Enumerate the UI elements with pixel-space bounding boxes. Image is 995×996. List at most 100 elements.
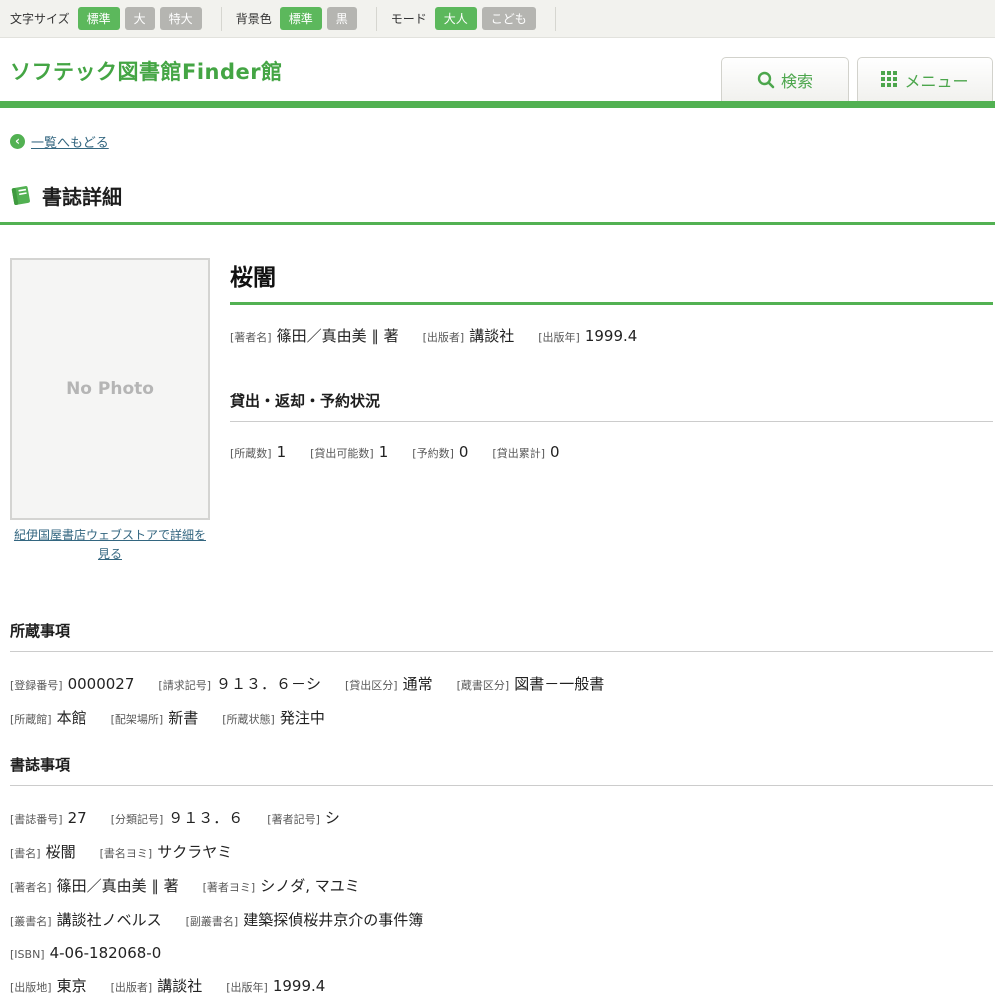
field-value: 講談社 [157, 977, 202, 995]
field-value: 篠田／真由美 ∥ 著 [277, 327, 399, 345]
field-value: 1999.4 [585, 327, 638, 345]
field-label: [蔵書区分] [457, 679, 510, 692]
book-meta-line: [著者名] 篠田／真由美 ∥ 著 [出版者]講談社 [出版年] 1999.4 [230, 325, 993, 346]
lending-status-values: [所蔵数]1 [貸出可能数] 1 [予約数] 0 [貸出累計] 0 [230, 442, 993, 461]
field-label: [副叢書名] [186, 915, 239, 928]
field-value: 27 [68, 809, 87, 827]
mode-label: モード [391, 10, 427, 27]
field-row: [所蔵館]本館 [配架場所]新書 [所蔵状態]発注中 [10, 707, 993, 728]
bg-color-group: 背景色 標準黒 [236, 7, 377, 31]
field-value: 建築探偵桜井京介の事件簿 [243, 911, 423, 929]
font-size-option[interactable]: 特大 [160, 7, 202, 30]
page-title-row: 書誌詳細 [10, 181, 995, 210]
field-label: [貸出区分] [345, 679, 398, 692]
field-label: [書名ヨミ] [100, 847, 153, 860]
field-pair: [請求記号] ９１３．６－シ [158, 673, 321, 694]
field-pair: [所蔵状態]発注中 [222, 707, 325, 728]
field-pair: [書名ヨミ]サクラヤミ [100, 841, 233, 862]
field-label: [書名] [10, 847, 41, 860]
mode-option[interactable]: こども [482, 7, 536, 30]
field-pair: [所蔵館]本館 [10, 707, 87, 728]
field-row: [登録番号] 0000027 [請求記号] ９１３．６－シ [貸出区分]通常 [蔵書区分]… [10, 673, 993, 694]
lending-status-section: 貸出・返却・予約状況 [所蔵数]1[貸出可能数]1[予約数]0[貸出累計]0 [230, 390, 993, 461]
biblio-section: 書誌事項 [書誌番号]27[分類記号]９１３．６[著者記号]シ[書名]桜闇[書名… [10, 754, 993, 996]
field-label: [貸出可能数] [310, 447, 374, 460]
field-label: [所蔵状態] [222, 713, 275, 726]
field-pair: [著者名] 篠田／真由美 ∥ 著 [230, 325, 399, 346]
book-title: 桜闇 [230, 258, 993, 292]
holdings-rows: [登録番号] 0000027 [請求記号] ９１３．６－シ [貸出区分]通常 [蔵書区分]… [10, 673, 993, 728]
field-pair: [出版者]講談社 [423, 325, 515, 346]
font-size-option[interactable]: 標準 [78, 7, 120, 30]
field-value: 0 [459, 443, 469, 461]
field-label: [請求記号] [158, 679, 211, 692]
title-divider [230, 302, 993, 305]
field-row: [書誌番号]27[分類記号]９１３．６[著者記号]シ [10, 807, 993, 828]
field-value: 1999.4 [273, 977, 326, 995]
bg-color-option[interactable]: 黒 [327, 7, 357, 30]
search-button[interactable]: 検索 [721, 57, 849, 101]
field-value: 0 [550, 443, 560, 461]
field-value: シ [325, 809, 340, 827]
menu-button[interactable]: メニュー [857, 57, 993, 101]
field-label: [出版地] [10, 981, 52, 994]
field-pair: [所蔵数]1 [230, 442, 286, 461]
field-value: 4-06-182068-0 [50, 944, 162, 962]
field-pair: [貸出区分]通常 [345, 673, 433, 694]
back-to-list-link[interactable]: 一覧へもどる [31, 132, 109, 151]
bg-color-label: 背景色 [236, 10, 272, 27]
font-size-label: 文字サイズ [10, 10, 70, 27]
field-pair: [出版年] 1999.4 [226, 976, 325, 995]
bg-color-option[interactable]: 標準 [280, 7, 322, 30]
field-value: 図書－一般書 [514, 675, 604, 693]
field-value: 0000027 [68, 675, 135, 693]
site-title: ソフテック図書館Finder館 [10, 56, 283, 86]
biblio-rows: [書誌番号]27[分類記号]９１３．６[著者記号]シ[書名]桜闇[書名ヨミ]サク… [10, 807, 993, 996]
field-label: [貸出累計] [492, 447, 545, 460]
mode-options: 大人こども [435, 7, 541, 30]
search-button-label: 検索 [781, 68, 813, 92]
breadcrumb: ‹ 一覧へもどる [0, 108, 995, 151]
page-title: 書誌詳細 [42, 181, 122, 210]
book-detail: No Photo 紀伊国屋書店ウェブストアで詳細を見る 桜闇 [著者名] 篠田／真… [0, 225, 995, 564]
field-label: [出版年] [538, 331, 580, 344]
bg-color-options: 標準黒 [280, 7, 362, 30]
holdings-heading: 所蔵事項 [10, 620, 993, 652]
search-icon [757, 71, 775, 89]
menu-grid-icon [881, 71, 898, 88]
field-pair: [叢書名] 講談社ノベルス [10, 909, 162, 930]
field-row: [著者名]篠田／真由美 ∥ 著[著者ヨミ]シノダ, マユミ [10, 875, 993, 896]
back-arrow-icon: ‹ [10, 134, 25, 149]
field-label: [出版年] [226, 981, 268, 994]
field-value: シノダ, マユミ [260, 877, 360, 895]
mode-option[interactable]: 大人 [435, 7, 477, 30]
field-value: ９１３．６－シ [216, 675, 321, 693]
field-value: 1 [379, 443, 389, 461]
field-label: [叢書名] [10, 915, 52, 928]
field-value: 講談社 [469, 327, 514, 345]
field-pair: [書名]桜闇 [10, 841, 76, 862]
book-info-column: 桜闇 [著者名]篠田／真由美 ∥ 著[出版者]講談社[出版年]1999.4 貸出… [230, 258, 993, 564]
font-size-options: 標準大特大 [78, 7, 207, 30]
field-value: ９１３．６ [168, 809, 243, 827]
holdings-section: 所蔵事項 [登録番号]0000027[請求記号]９１３．６－シ[貸出区分]通常[… [10, 620, 993, 728]
field-label: [分類記号] [111, 813, 164, 826]
cover-column: No Photo 紀伊国屋書店ウェブストアで詳細を見る [10, 258, 210, 564]
header-buttons: 検索 メニュー [713, 57, 993, 101]
field-pair: [配架場所]新書 [111, 707, 199, 728]
field-label: [著者名] [230, 331, 272, 344]
book-icon [10, 185, 33, 206]
field-pair: [副叢書名] 建築探偵桜井京介の事件簿 [186, 909, 424, 930]
kinokuniya-store-link[interactable]: 紀伊国屋書店ウェブストアで詳細を見る [10, 526, 210, 564]
field-label: [予約数] [412, 447, 454, 460]
field-label: [著者記号] [267, 813, 320, 826]
font-size-group: 文字サイズ 標準大特大 [10, 7, 222, 31]
field-label: [所蔵館] [10, 713, 52, 726]
field-value: 講談社ノベルス [57, 911, 162, 929]
field-label: [登録番号] [10, 679, 63, 692]
field-value: 1 [277, 443, 287, 461]
field-label: [著者名] [10, 881, 52, 894]
font-size-option[interactable]: 大 [125, 7, 155, 30]
no-photo-text: No Photo [66, 379, 154, 399]
menu-button-label: メニュー [904, 68, 968, 92]
